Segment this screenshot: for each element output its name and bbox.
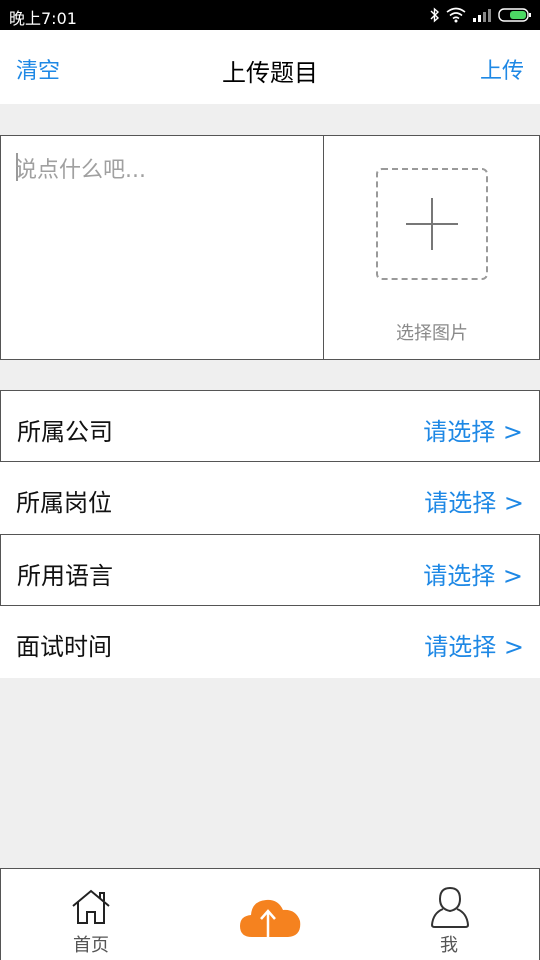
question-input[interactable]	[15, 152, 315, 342]
pick-image-label: 选择图片	[396, 323, 468, 344]
position-select[interactable]: 请选择 >	[424, 483, 524, 518]
nav-bar: 清空 上传题目 上传	[0, 30, 540, 104]
home-icon	[72, 889, 110, 924]
interview-time-select[interactable]: 请选择 >	[424, 627, 524, 662]
interview-time-row[interactable]: 面试时间 请选择 >	[0, 606, 540, 678]
tab-bar: 首页 我	[0, 868, 540, 960]
interview-time-label: 面试时间	[16, 633, 112, 661]
page-title: 上传题目	[222, 59, 318, 87]
company-select[interactable]: 请选择 >	[423, 412, 523, 447]
signal-icon	[473, 9, 491, 22]
cloud-upload-icon	[240, 899, 301, 949]
language-row[interactable]: 所用语言 请选择 >	[0, 534, 540, 606]
position-label: 所属岗位	[16, 489, 112, 517]
add-image-button[interactable]	[376, 168, 488, 280]
status-time: 晚上7:01	[9, 9, 77, 28]
compose-panel: 选择图片	[0, 135, 540, 360]
image-picker[interactable]: 选择图片	[325, 136, 539, 359]
status-bar: 晚上7:01	[0, 0, 540, 30]
company-label: 所属公司	[17, 418, 113, 446]
status-icons	[430, 6, 532, 24]
tab-home-label: 首页	[73, 935, 109, 956]
language-label: 所用语言	[17, 562, 113, 590]
battery-icon	[498, 8, 531, 22]
tab-me[interactable]: 我	[359, 869, 539, 960]
language-select[interactable]: 请选择 >	[423, 556, 523, 591]
company-row[interactable]: 所属公司 请选择 >	[0, 390, 540, 462]
plus-icon	[406, 198, 458, 250]
question-input-area	[1, 136, 324, 359]
tab-me-label: 我	[440, 935, 458, 956]
wifi-icon	[446, 7, 466, 23]
tab-home[interactable]: 首页	[1, 869, 181, 960]
upload-button[interactable]: 上传	[480, 53, 524, 85]
bluetooth-icon	[430, 7, 440, 23]
tab-upload[interactable]	[180, 869, 360, 960]
user-icon	[430, 886, 470, 928]
position-row[interactable]: 所属岗位 请选择 >	[0, 462, 540, 534]
field-list: 所属公司 请选择 > 所属岗位 请选择 > 所用语言 请选择 > 面试时间 请选…	[0, 390, 540, 678]
